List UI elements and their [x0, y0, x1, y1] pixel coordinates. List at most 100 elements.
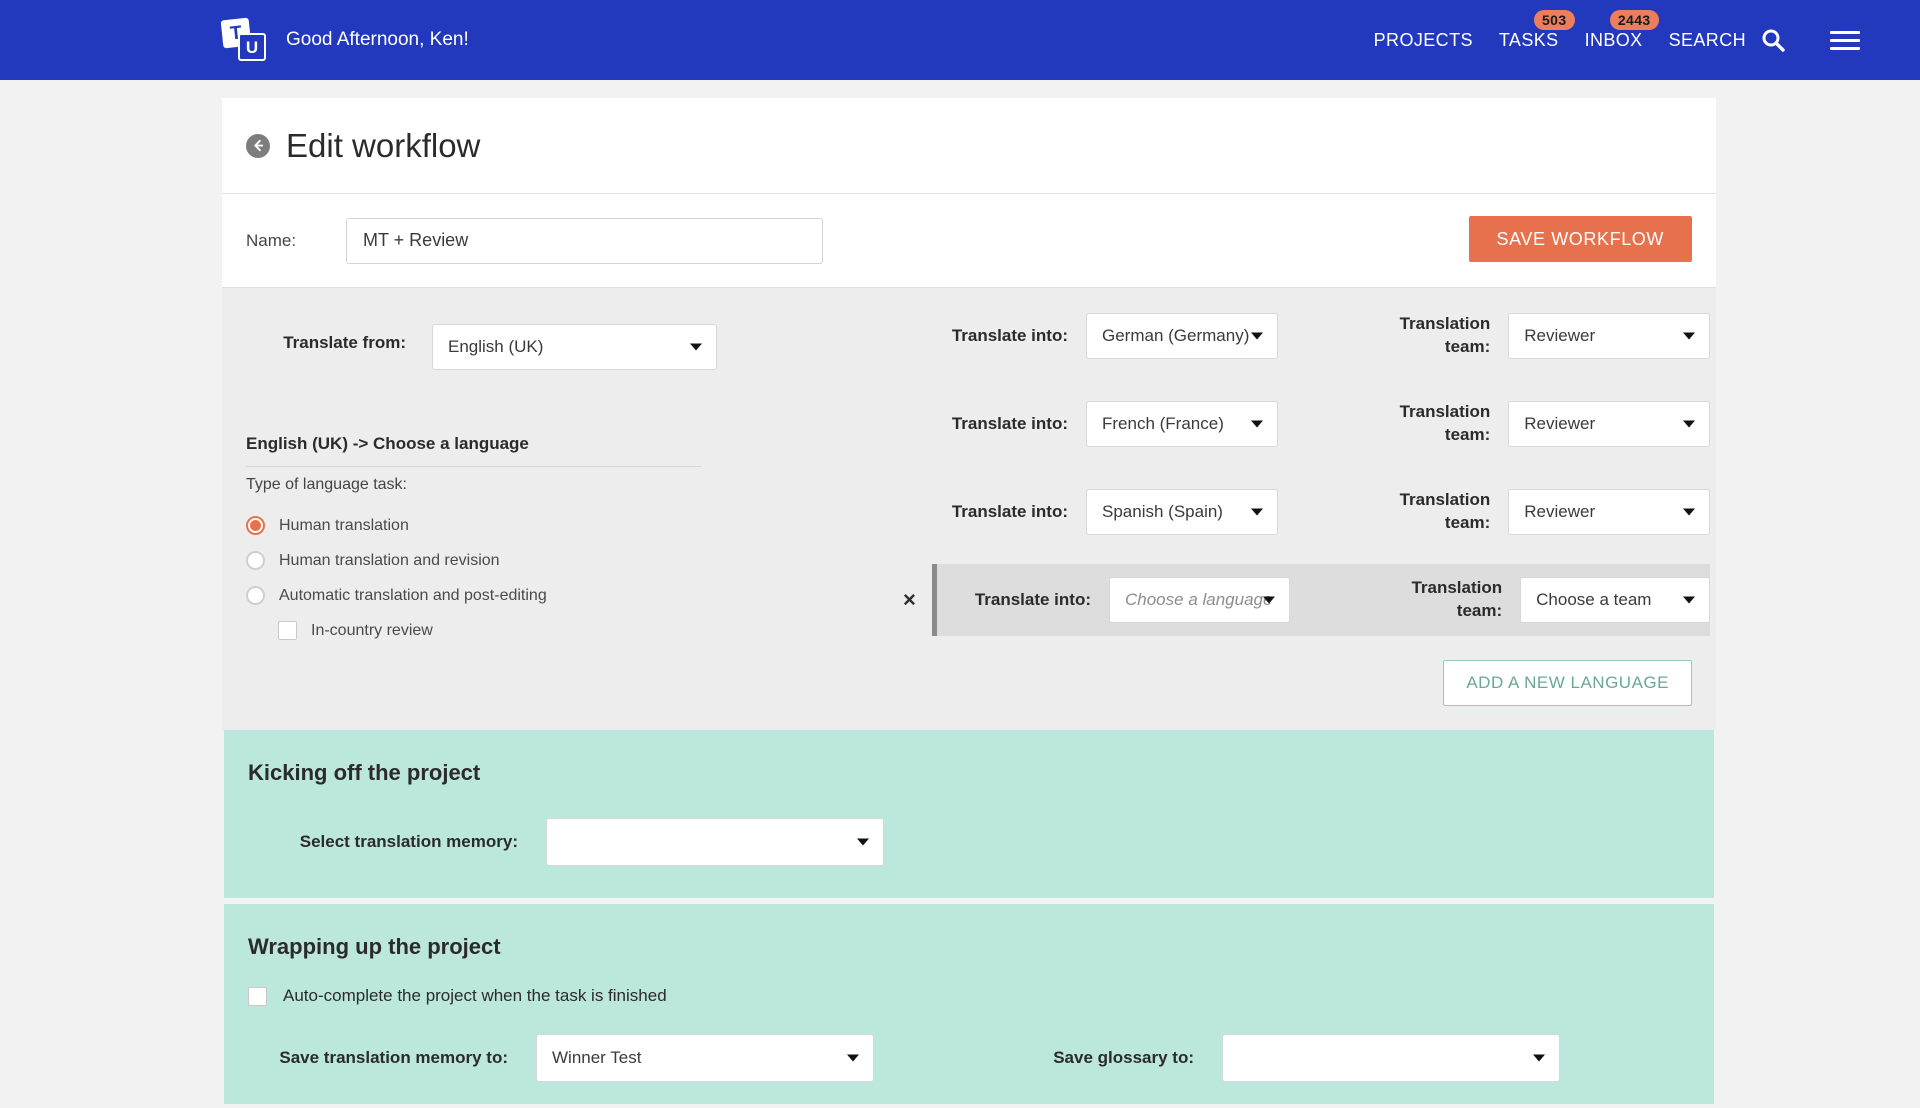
translate-into-label: Translate into: — [974, 589, 1091, 609]
translate-from-label: Translate from: — [283, 333, 406, 352]
top-navigation-bar: T U Good Afternoon, Ken! PROJECTS TASKS … — [0, 0, 1920, 80]
radio-automatic-translation-postediting[interactable]: Automatic translation and post-editing — [246, 578, 547, 613]
nav-item-inbox[interactable]: INBOX 2443 — [1584, 9, 1659, 51]
translation-team-label: Translation team: — [1399, 314, 1491, 356]
translation-team-select[interactable]: Choose a team — [1520, 577, 1710, 623]
wrapping-up-section: Wrapping up the project Auto-complete th… — [224, 904, 1714, 1104]
nav-item-tasks-label: TASKS — [1498, 29, 1559, 50]
checkbox-in-country-review-label: In-country review — [311, 621, 433, 639]
radio-automatic-translation-postediting-label: Automatic translation and post-editing — [279, 586, 547, 604]
tu-logo[interactable]: T U — [220, 17, 268, 63]
target-language-rows: Translate into: German (Germany) Transla… — [903, 300, 1710, 652]
translation-team-label: Translation team: — [1399, 490, 1491, 532]
chevron-down-icon — [1251, 420, 1264, 428]
translate-into-value: Spanish (Spain) — [1102, 502, 1223, 521]
source-language-panel: Translate from: English (UK) English (UK… — [246, 316, 726, 640]
chevron-down-icon — [1251, 508, 1264, 516]
nav-item-search-label: SEARCH — [1668, 29, 1746, 50]
inbox-badge: 2443 — [1609, 9, 1659, 31]
nav-item-inbox-label: INBOX — [1584, 29, 1643, 50]
translation-team-value: Reviewer — [1524, 502, 1596, 521]
workflow-name-input[interactable] — [346, 217, 823, 264]
chevron-down-icon — [847, 1054, 859, 1062]
translate-into-row: Translate into: French (France) Translat… — [932, 388, 1710, 460]
hamburger-menu-icon[interactable] — [1830, 30, 1860, 50]
translation-team-select[interactable]: Reviewer — [1508, 313, 1710, 359]
chevron-down-icon — [1263, 596, 1276, 604]
hamburger-bar — [1830, 30, 1860, 34]
translate-into-value: French (France) — [1102, 414, 1224, 433]
search-icon[interactable] — [1760, 27, 1786, 53]
translate-from-value: English (UK) — [448, 337, 544, 356]
checkbox-icon — [278, 621, 297, 640]
radio-icon — [246, 551, 265, 570]
hamburger-bar — [1830, 38, 1860, 42]
translation-team-label: Translation team: — [1411, 578, 1503, 620]
greeting-text: Good Afternoon, Ken! — [286, 29, 469, 50]
add-language-button-wrapper: ADD A NEW LANGUAGE — [1443, 660, 1692, 706]
radio-icon-selected — [246, 516, 265, 535]
translate-into-label: Translate into: — [951, 413, 1068, 433]
add-new-language-button[interactable]: ADD A NEW LANGUAGE — [1443, 660, 1692, 706]
edit-workflow-card: Edit workflow Name: SAVE WORKFLOW Transl… — [222, 98, 1716, 1104]
nav-links-group: PROJECTS TASKS 503 INBOX 2443 SEARCH — [1374, 0, 1860, 80]
radio-human-translation-label: Human translation — [279, 516, 409, 534]
translate-into-select[interactable]: Choose a language — [1109, 577, 1291, 623]
save-translation-memory-label: Save translation memory to: — [279, 1048, 508, 1067]
chevron-down-icon — [1683, 596, 1695, 604]
kicking-off-title: Kicking off the project — [248, 760, 481, 785]
page-title: Edit workflow — [286, 126, 481, 164]
logo-letter-u: U — [238, 33, 266, 61]
translation-team-value: Reviewer — [1524, 414, 1596, 433]
translation-team-select[interactable]: Reviewer — [1508, 489, 1710, 535]
translate-into-placeholder: Choose a language — [1125, 590, 1273, 609]
save-glossary-select[interactable] — [1222, 1034, 1560, 1082]
checkbox-in-country-review[interactable]: In-country review — [278, 613, 547, 648]
save-translation-memory-value: Winner Test — [552, 1048, 642, 1067]
nav-brand-group: T U Good Afternoon, Ken! — [220, 17, 469, 63]
chevron-down-icon — [1683, 508, 1695, 516]
nav-item-search[interactable]: SEARCH — [1669, 30, 1746, 51]
save-translation-memory-select[interactable]: Winner Test — [536, 1034, 874, 1082]
chevron-down-icon — [1683, 332, 1695, 340]
checkbox-auto-complete[interactable]: Auto-complete the project when the task … — [248, 986, 1714, 1006]
task-type-label: Type of language task: — [246, 476, 407, 493]
save-targets-row: Save translation memory to: Winner Test … — [248, 1034, 1714, 1082]
remove-language-row-icon[interactable]: × — [903, 589, 916, 611]
wrapping-up-title: Wrapping up the project — [248, 934, 501, 959]
select-translation-memory-label: Select translation memory: — [299, 832, 518, 851]
card-header: Edit workflow — [222, 98, 1716, 194]
save-glossary-label: Save glossary to: — [1053, 1048, 1194, 1067]
checkbox-auto-complete-label: Auto-complete the project when the task … — [283, 986, 667, 1005]
translate-into-row: Translate into: Spanish (Spain) Translat… — [932, 476, 1710, 548]
translation-team-label: Translation team: — [1399, 402, 1491, 444]
translate-into-label: Translate into: — [951, 501, 1068, 521]
translate-into-label: Translate into: — [951, 325, 1068, 345]
translate-from-select[interactable]: English (UK) — [432, 324, 717, 370]
translate-into-select[interactable]: Spanish (Spain) — [1086, 489, 1279, 535]
save-workflow-button[interactable]: SAVE WORKFLOW — [1468, 216, 1692, 262]
translate-into-select[interactable]: German (Germany) — [1086, 313, 1279, 359]
radio-human-translation[interactable]: Human translation — [246, 508, 547, 543]
task-type-radio-group: Human translation Human translation and … — [246, 508, 547, 648]
language-pair-heading: English (UK) -> Choose a language — [246, 434, 701, 467]
back-arrow-icon[interactable] — [246, 133, 270, 158]
translate-into-row: Translate into: German (Germany) Transla… — [932, 300, 1710, 372]
chevron-down-icon — [1533, 1054, 1545, 1062]
nav-item-tasks[interactable]: TASKS 503 — [1498, 9, 1575, 51]
radio-icon — [246, 586, 265, 605]
radio-human-translation-revision[interactable]: Human translation and revision — [246, 543, 547, 578]
page-body: Edit workflow Name: SAVE WORKFLOW Transl… — [0, 80, 1920, 1108]
nav-item-projects-label: PROJECTS — [1373, 29, 1473, 50]
translation-team-select[interactable]: Reviewer — [1508, 401, 1710, 447]
workflow-name-row: Name: SAVE WORKFLOW — [222, 194, 1716, 288]
radio-human-translation-revision-label: Human translation and revision — [279, 551, 500, 569]
nav-item-projects[interactable]: PROJECTS — [1374, 30, 1473, 51]
translation-team-value: Reviewer — [1524, 326, 1596, 345]
chevron-down-icon — [1251, 332, 1264, 340]
select-translation-memory-select[interactable] — [546, 818, 884, 866]
chevron-down-icon — [1683, 420, 1695, 428]
kicking-off-section: Kicking off the project Select translati… — [224, 730, 1714, 898]
translate-into-select[interactable]: French (France) — [1086, 401, 1279, 447]
tasks-badge: 503 — [1534, 9, 1575, 31]
